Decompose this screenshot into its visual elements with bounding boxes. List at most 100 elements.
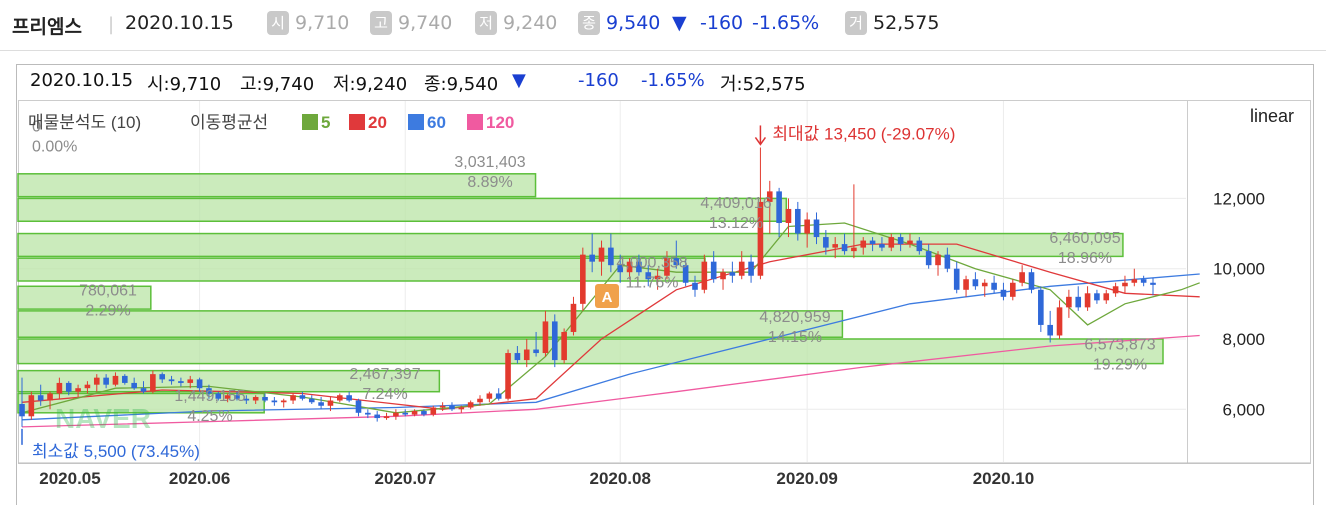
candle-body <box>393 412 399 417</box>
candle-body <box>551 321 558 361</box>
candle-body <box>1131 279 1138 283</box>
legend-label-ma-5: 5 <box>321 113 330 132</box>
candle-body <box>168 379 175 382</box>
candle-body <box>1028 272 1035 290</box>
volume-profile-pct: 4.25% <box>187 408 232 425</box>
candle-body <box>776 191 782 224</box>
volume-profile-bar <box>17 310 844 338</box>
candle-body <box>84 384 91 389</box>
candle-body <box>1103 293 1110 301</box>
candle-body <box>28 395 35 417</box>
candle-body <box>318 402 324 406</box>
candle-body <box>523 349 530 361</box>
legend-title: 매물분석도 (10) <box>28 113 141 132</box>
volume-profile-amount: 3,031,403 <box>454 154 525 171</box>
candle-body <box>271 400 278 403</box>
candle-body <box>383 416 390 419</box>
candle-body <box>720 272 726 280</box>
volume-profile-amount: 6,460,095 <box>1049 230 1120 247</box>
candle-body <box>570 303 577 332</box>
candle-body <box>290 395 296 401</box>
candle-body <box>944 254 951 269</box>
candle-body <box>402 412 409 415</box>
candle-body <box>1084 293 1091 308</box>
candle-body <box>196 379 203 389</box>
volume-profile-amount: 6,573,873 <box>1084 336 1155 353</box>
candle-body <box>374 414 380 419</box>
candle-body <box>1047 324 1053 336</box>
candle-body <box>785 208 792 224</box>
y-tick-label: 8,000 <box>1222 330 1265 349</box>
candle-body <box>692 282 698 290</box>
x-tick-label: 2020.09 <box>776 469 837 488</box>
candle-body <box>495 393 502 399</box>
candle-body <box>748 261 754 276</box>
min-annotation: 최소값 5,500 (73.45%) <box>32 442 200 461</box>
legend-ma-label: 이동평균선 <box>190 113 268 132</box>
volume-profile-pct: 19.29% <box>1093 356 1147 373</box>
x-tick-label: 2020.10 <box>973 469 1034 488</box>
candle-body <box>1122 282 1128 287</box>
candle-body <box>795 208 801 234</box>
candle-body <box>757 201 764 276</box>
candle-body <box>953 268 960 290</box>
candle-body <box>888 237 895 248</box>
legend-swatch-ma-120 <box>467 114 483 130</box>
candle-body <box>252 396 259 401</box>
candle-body <box>1056 307 1063 336</box>
candle-body <box>37 395 44 401</box>
candle-body <box>561 331 567 361</box>
x-tick-label: 2020.06 <box>169 469 230 488</box>
candle-body <box>159 374 166 380</box>
candle-body <box>262 396 268 401</box>
legend-label-ma-60: 60 <box>427 113 446 132</box>
candle-body <box>916 240 923 252</box>
candle-body <box>907 240 913 245</box>
candle-body <box>299 395 306 399</box>
candle-body <box>813 219 820 238</box>
candle-body <box>327 400 334 406</box>
candle-body <box>1066 296 1072 308</box>
candle-body <box>112 375 119 385</box>
legend-swatch-ma-5 <box>302 114 318 130</box>
candle-body <box>841 244 848 252</box>
candle-body <box>458 407 465 410</box>
volume-profile-pct: 11.76% <box>625 275 678 292</box>
candle-body <box>1140 279 1147 283</box>
candle-body <box>1150 282 1156 285</box>
scale-mode-label[interactable]: linear <box>1250 106 1294 126</box>
candle-body <box>832 244 839 248</box>
volume-profile-amount: 1,449,155 <box>174 388 245 405</box>
volume-profile-amount: 4,000,358 <box>616 255 687 272</box>
candle-body <box>1019 272 1025 283</box>
candle-body <box>336 395 343 401</box>
candle-body <box>804 219 810 234</box>
candle-body <box>365 412 371 415</box>
candle-body <box>1094 293 1100 301</box>
naver-watermark: NAVER <box>55 403 151 434</box>
candle-body <box>533 349 539 354</box>
candle-body <box>308 398 315 403</box>
x-tick-label: 2020.05 <box>39 469 100 488</box>
candle-body <box>608 247 614 266</box>
candle-body <box>19 404 25 417</box>
volume-profile-amount: 4,409,016 <box>700 195 771 212</box>
candle-body <box>486 393 493 399</box>
candle-body <box>869 240 876 245</box>
volume-profile-pct: 0.00% <box>32 138 77 155</box>
candle-body <box>449 405 455 410</box>
volume-profile-bar <box>17 197 788 223</box>
candle-body <box>897 237 904 245</box>
y-tick-label: 6,000 <box>1222 400 1265 419</box>
volume-profile-pct: 14.15% <box>768 329 822 346</box>
candle-body <box>178 381 184 383</box>
candle-body <box>981 282 988 287</box>
candle-body <box>514 353 521 361</box>
candle-body <box>467 402 474 408</box>
volume-profile-pct: 2.29% <box>85 303 130 320</box>
candle-body <box>972 279 979 287</box>
volume-profile-bar <box>17 232 1124 258</box>
candlestick-chart[interactable]: 12,00010,0008,0006,0002020.05 2020.06 2020… <box>0 0 1326 504</box>
candle-body <box>93 377 100 385</box>
volume-profile-pct: 13.12% <box>709 215 763 232</box>
